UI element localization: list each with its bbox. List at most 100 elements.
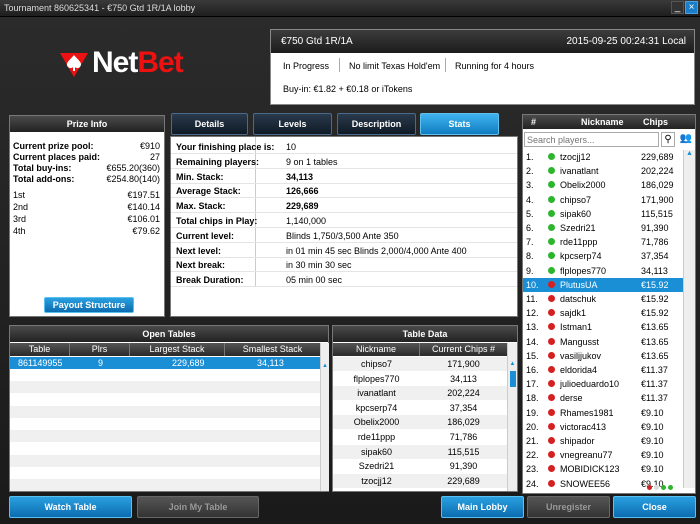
player-nickname: SNOWEE56 xyxy=(560,478,611,488)
table-data-scrollbar[interactable]: ▲ xyxy=(507,343,517,491)
tab-stats[interactable]: Stats xyxy=(420,113,499,135)
scroll-up-icon[interactable]: ▲ xyxy=(508,361,517,367)
player-row[interactable]: 16. eldorida4 €11.37 xyxy=(523,363,683,377)
scroll-up-icon[interactable]: ▲ xyxy=(684,150,695,157)
player-row[interactable]: 8. kpcserp74 37,354 xyxy=(523,249,683,263)
td-nickname: tzocjj12 xyxy=(361,475,392,486)
scroll-thumb[interactable] xyxy=(509,371,516,387)
player-row[interactable]: 1. tzocjj12 229,689 xyxy=(523,150,683,164)
open-table-row[interactable] xyxy=(10,454,320,467)
status-dot-icon xyxy=(548,238,555,246)
stats-row: Current level: Blinds 1,750/3,500 Ante 35… xyxy=(171,229,517,243)
unregister-button[interactable]: Unregister xyxy=(527,496,610,518)
player-chips: €15.92 xyxy=(641,279,669,290)
player-row[interactable]: 21. shipador €9.10 xyxy=(523,434,683,448)
game-type: No limit Texas Hold'em xyxy=(349,61,441,71)
open-tables-scrollbar[interactable]: ▲ xyxy=(320,343,329,491)
open-table-row[interactable] xyxy=(10,479,320,491)
stat-value: 10 xyxy=(286,142,297,152)
stat-label: Next break: xyxy=(176,260,226,271)
status-dot-icon xyxy=(548,437,555,444)
stats-row: Average Stack: 126,666 xyxy=(171,184,517,199)
open-table-row[interactable] xyxy=(10,466,320,479)
player-row[interactable]: 23. MOBIDICK123 €9.10 xyxy=(523,462,683,476)
open-tables-header: Table Plrs Largest Stack Smallest Stack xyxy=(10,343,320,356)
status-dot-icon xyxy=(548,195,555,203)
player-row[interactable]: 15. vasiljjukov €13.65 xyxy=(523,349,683,363)
prize-info-panel: Prize Info Current prize pool: €910 Curren… xyxy=(9,115,165,317)
open-table-row[interactable] xyxy=(10,393,320,406)
player-row[interactable]: 6. Szedri21 91,390 xyxy=(523,221,683,235)
col-largest: Largest Stack xyxy=(130,343,225,356)
player-nickname: datschuk xyxy=(560,294,597,304)
window-title: Tournament 860625341 - €750 Gtd 1R/1A lo… xyxy=(4,3,196,13)
payout-structure-button[interactable]: Payout Structure xyxy=(44,297,134,313)
main-lobby-button[interactable]: Main Lobby xyxy=(441,496,524,518)
player-row[interactable]: 2. ivanatlant 202,224 xyxy=(523,164,683,178)
stat-label: Break Duration: xyxy=(176,275,244,286)
player-row[interactable]: 10. PlutusUA €15.92 xyxy=(523,277,683,292)
player-chips: 229,689 xyxy=(641,152,674,162)
open-table-row[interactable] xyxy=(10,381,320,394)
player-row[interactable]: 7. rde11ppp 71,786 xyxy=(523,235,683,249)
prize-label: Total add-ons: xyxy=(13,174,75,184)
player-row[interactable]: 14. Mangusst €13.65 xyxy=(523,335,683,349)
players-scrollbar[interactable]: ▲ xyxy=(683,150,695,488)
player-chips: €9.10 xyxy=(641,464,664,475)
stat-label: Min. Stack: xyxy=(176,171,224,182)
player-row[interactable]: 18. derse €11.37 xyxy=(523,391,683,405)
search-players-input[interactable] xyxy=(524,132,659,147)
join-my-table-button[interactable]: Join My Table xyxy=(137,496,259,518)
players-filter-icon[interactable]: 👥 xyxy=(677,132,695,147)
player-rank: 8. xyxy=(526,251,534,262)
status-dot-icon xyxy=(548,224,555,231)
tournament-datetime: 2015-09-25 00:24:31 Local xyxy=(566,36,686,47)
player-rank: 10. xyxy=(526,279,539,290)
stat-value: in 30 min 30 sec xyxy=(286,260,352,271)
close-button[interactable]: Close xyxy=(613,496,696,518)
tab-details[interactable]: Details xyxy=(171,113,248,135)
player-row[interactable]: 4. chipso7 171,900 xyxy=(523,193,683,207)
status-dot-icon xyxy=(548,351,555,359)
status-dot-icon xyxy=(548,451,555,459)
open-tables-title: Open Tables xyxy=(10,326,328,342)
search-icon[interactable]: ⚲ xyxy=(661,132,675,147)
minimize-button[interactable]: _ xyxy=(671,1,684,14)
player-row[interactable]: 19. Rhames1981 €9.10 xyxy=(523,406,683,420)
player-row[interactable]: 22. vnegreanu77 €9.10 xyxy=(523,448,683,462)
tab-description[interactable]: Description xyxy=(337,113,416,135)
player-row[interactable]: 3. Obelix2000 186,029 xyxy=(523,178,683,192)
open-tables-panel: Open Tables Table Plrs Largest Stack Sma… xyxy=(9,325,329,492)
player-rank: 24. xyxy=(526,478,539,488)
player-rank: 12. xyxy=(526,308,539,319)
open-table-row[interactable]: 861149955 9 229,689 34,113 xyxy=(10,357,320,369)
td-chips: 202,224 xyxy=(447,388,480,399)
window-titlebar: Tournament 860625341 - €750 Gtd 1R/1A lo… xyxy=(0,0,700,17)
open-table-row[interactable] xyxy=(10,418,320,430)
open-table-row[interactable] xyxy=(10,405,320,418)
status-dot-icon xyxy=(548,167,555,175)
player-row[interactable]: 20. victorac413 €9.10 xyxy=(523,420,683,434)
player-row[interactable]: 11. datschuk €15.92 xyxy=(523,292,683,306)
player-row[interactable]: 13. Istman1 €13.65 xyxy=(523,320,683,334)
open-table-row[interactable] xyxy=(10,430,320,443)
tab-levels[interactable]: Levels xyxy=(253,113,332,135)
close-window-button[interactable]: × xyxy=(685,1,698,14)
player-rank: 22. xyxy=(526,450,539,461)
open-table-row[interactable] xyxy=(10,442,320,455)
player-nickname: victorac413 xyxy=(560,421,607,432)
player-row[interactable]: 12. sajdk1 €15.92 xyxy=(523,306,683,320)
table-data-rows: chipso7 171,900 flplopes770 34,113 ivanatlan… xyxy=(333,357,507,491)
status-dot-icon xyxy=(548,323,555,331)
table-plrs: 9 xyxy=(98,358,104,368)
table-data-panel: Table Data Nickname Current Chips # chip… xyxy=(332,325,518,492)
player-row[interactable]: 5. sipak60 115,515 xyxy=(523,207,683,221)
player-nickname: Mangusst xyxy=(560,336,600,347)
player-row[interactable]: 17. julioeduardo10 €11.37 xyxy=(523,377,683,391)
scroll-up-icon[interactable]: ▲ xyxy=(321,363,329,369)
player-nickname: julioeduardo10 xyxy=(560,379,620,390)
open-table-row[interactable] xyxy=(10,369,320,382)
player-row[interactable]: 9. flplopes770 34,113 xyxy=(523,264,683,278)
watch-table-button[interactable]: Watch Table xyxy=(9,496,132,518)
player-nickname: chipso7 xyxy=(560,194,592,205)
